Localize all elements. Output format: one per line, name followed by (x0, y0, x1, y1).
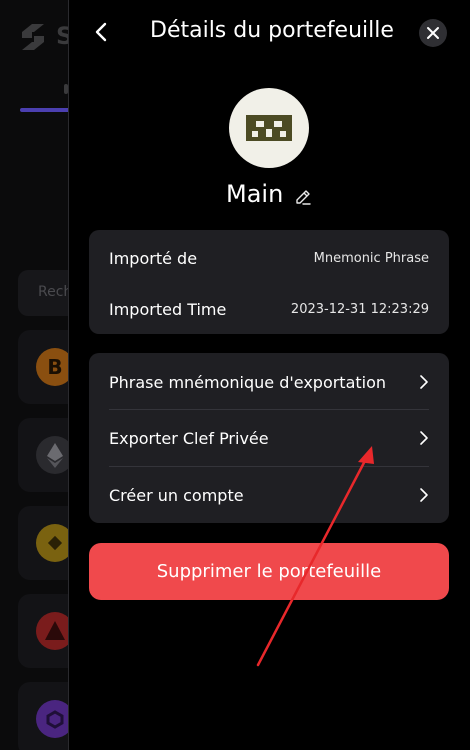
chevron-left-icon (95, 22, 107, 42)
wallet-name: Main (226, 180, 284, 208)
export-private-key-button[interactable]: Exporter Clef Privée (89, 410, 449, 466)
imported-from-value: Mnemonic Phrase (313, 250, 429, 266)
background-tab-indicator (20, 108, 72, 112)
svg-text:B: B (47, 355, 62, 379)
wallet-info-card: Importé de Mnemonic Phrase Imported Time… (89, 230, 449, 334)
imported-time-label: Imported Time (109, 299, 227, 319)
back-button[interactable] (92, 20, 116, 48)
create-account-label: Créer un compte (109, 485, 244, 505)
chevron-right-icon (420, 375, 428, 389)
imported-from-row: Importé de Mnemonic Phrase (109, 247, 429, 269)
imported-from-label: Importé de (109, 248, 198, 268)
close-icon (427, 27, 439, 39)
brand-logo-icon (22, 24, 44, 50)
wallet-avatar-icon (246, 115, 292, 141)
page-title: Détails du portefeuille (150, 18, 394, 43)
wallet-avatar (229, 88, 309, 168)
wallet-actions-card: Phrase mnémonique d'exportation Exporter… (89, 353, 449, 523)
imported-time-row: Imported Time 2023-12-31 12:23:29 (109, 298, 429, 320)
close-button[interactable] (419, 19, 447, 47)
chevron-right-icon (420, 488, 428, 502)
export-mnemonic-label: Phrase mnémonique d'exportation (109, 372, 387, 392)
export-mnemonic-button[interactable]: Phrase mnémonique d'exportation (89, 354, 449, 410)
chevron-right-icon (420, 431, 428, 445)
delete-wallet-button[interactable]: Supprimer le portefeuille (89, 543, 449, 600)
export-private-key-label: Exporter Clef Privée (109, 428, 269, 448)
imported-time-value: 2023-12-31 12:23:29 (290, 301, 429, 317)
pencil-icon[interactable] (294, 188, 312, 206)
create-account-button[interactable]: Créer un compte (89, 467, 449, 523)
